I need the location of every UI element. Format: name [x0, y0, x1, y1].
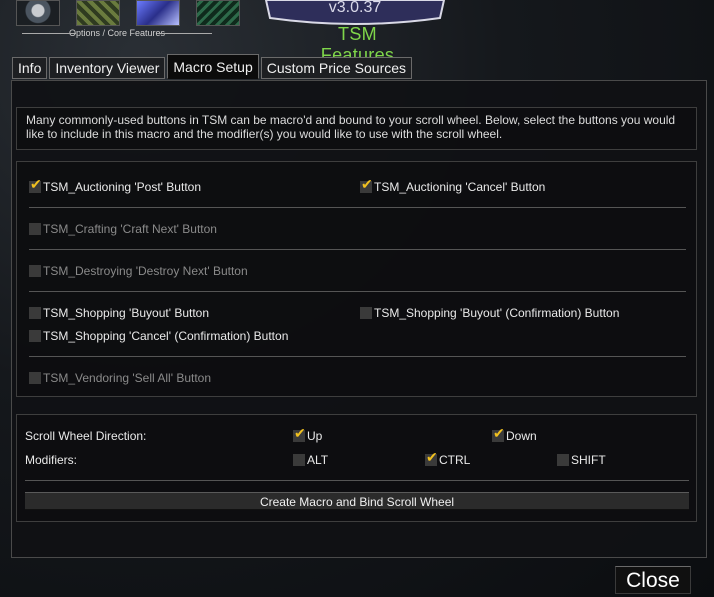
scroll-down-label: Down	[506, 429, 537, 443]
tab-bar: Info Inventory Viewer Macro Setup Custom…	[12, 54, 413, 79]
divider	[29, 356, 686, 357]
divider	[29, 291, 686, 292]
modifier-ctrl-option[interactable]: CTRL	[425, 449, 471, 468]
vendoring-sell-all-label: TSM_Vendoring 'Sell All' Button	[43, 371, 212, 385]
vendoring-sell-all-checkbox	[29, 372, 41, 384]
shopping-cancel-confirm-option[interactable]: TSM_Shopping 'Cancel' (Confirmation) But…	[29, 328, 288, 344]
macro-buttons-panel	[16, 161, 697, 397]
tab-info[interactable]: Info	[12, 57, 48, 79]
auctioning-cancel-checkbox[interactable]	[360, 176, 373, 193]
shopping-cancel-confirm-label: TSM_Shopping 'Cancel' (Confirmation) But…	[43, 329, 289, 343]
scroll-down-checkbox[interactable]	[492, 425, 505, 442]
modifier-alt-label: ALT	[307, 453, 329, 467]
shopping-buyout-label: TSM_Shopping 'Buyout' Button	[43, 306, 210, 320]
tab-custom-price-sources[interactable]: Custom Price Sources	[260, 57, 413, 79]
divider	[25, 480, 689, 481]
modifier-shift-label: SHIFT	[571, 453, 606, 467]
shopping-buyout-option[interactable]: TSM_Shopping 'Buyout' Button	[29, 305, 209, 321]
modifier-ctrl-label: CTRL	[439, 453, 471, 467]
shopping-buyout-confirm-option[interactable]: TSM_Shopping 'Buyout' (Confirmation) But…	[360, 305, 619, 321]
options-caption: Options / Core Features	[22, 26, 212, 40]
auctioning-cancel-option[interactable]: TSM_Auctioning 'Cancel' Button	[360, 176, 546, 195]
scroll-down-option[interactable]: Down	[492, 425, 537, 444]
modifier-shift-option[interactable]: SHIFT	[557, 452, 606, 468]
auctioning-cancel-label: TSM_Auctioning 'Cancel' Button	[374, 180, 546, 194]
destroying-next-checkbox	[29, 265, 41, 277]
destroying-next-label: TSM_Destroying 'Destroy Next' Button	[43, 264, 248, 278]
shopping-buyout-confirm-label: TSM_Shopping 'Buyout' (Confirmation) But…	[374, 306, 620, 320]
close-button[interactable]: Close	[615, 566, 691, 594]
crafting-next-label: TSM_Crafting 'Craft Next' Button	[43, 222, 217, 236]
description-panel: Many commonly-used buttons in TSM can be…	[16, 107, 697, 150]
destroying-next-option: TSM_Destroying 'Destroy Next' Button	[29, 263, 248, 279]
description-text: Many commonly-used buttons in TSM can be…	[26, 113, 676, 141]
scroll-up-option[interactable]: Up	[293, 425, 323, 444]
module-icons	[16, 0, 240, 26]
scroll-direction-label: Scroll Wheel Direction:	[25, 429, 147, 443]
divider	[29, 207, 686, 208]
tab-macro-setup[interactable]: Macro Setup	[167, 54, 259, 79]
addons-module-icon[interactable]	[196, 0, 240, 26]
tab-inventory-viewer[interactable]: Inventory Viewer	[49, 57, 166, 79]
modifier-ctrl-checkbox[interactable]	[425, 449, 438, 466]
vendoring-sell-all-option: TSM_Vendoring 'Sell All' Button	[29, 370, 211, 386]
auctioning-post-checkbox[interactable]	[29, 176, 42, 193]
modifier-shift-checkbox[interactable]	[557, 454, 569, 466]
auctioning-post-option[interactable]: TSM_Auctioning 'Post' Button	[29, 176, 201, 195]
shopping-cancel-confirm-checkbox[interactable]	[29, 330, 41, 342]
shopping-buyout-confirm-checkbox[interactable]	[360, 307, 372, 319]
tsm-module-icon[interactable]	[16, 0, 60, 26]
modifier-alt-option[interactable]: ALT	[293, 452, 328, 468]
shopping-buyout-checkbox[interactable]	[29, 307, 41, 319]
auctioning-post-label: TSM_Auctioning 'Post' Button	[43, 180, 201, 194]
scroll-up-label: Up	[307, 429, 323, 443]
create-macro-button[interactable]: Create Macro and Bind Scroll Wheel	[25, 492, 689, 510]
modifier-alt-checkbox[interactable]	[293, 454, 305, 466]
scroll-up-checkbox[interactable]	[293, 425, 306, 442]
modifiers-label: Modifiers:	[25, 453, 78, 467]
features-module-icon[interactable]	[136, 0, 180, 26]
crafting-next-checkbox	[29, 223, 41, 235]
options-module-icon[interactable]	[76, 0, 120, 26]
divider	[29, 249, 686, 250]
version-text: v3.0.37	[329, 0, 382, 16]
crafting-next-option: TSM_Crafting 'Craft Next' Button	[29, 221, 217, 237]
